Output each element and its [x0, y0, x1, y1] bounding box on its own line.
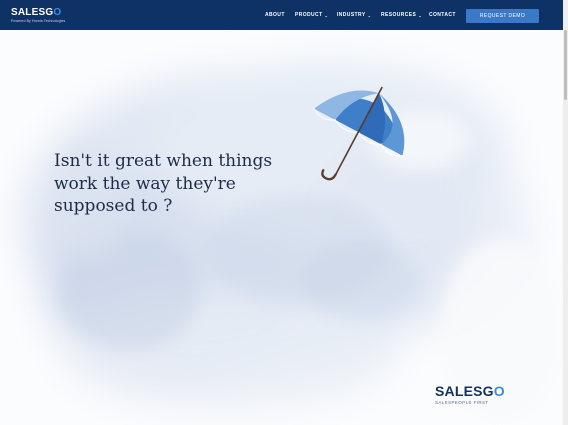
chevron-down-icon: ⌄: [367, 12, 372, 18]
page-scrollbar[interactable]: [563, 0, 568, 425]
footer-brand-tagline: SALESPEOPLE FIRST: [435, 400, 489, 405]
nav-item-product-label: PRODUCT: [295, 12, 323, 18]
nav-item-contact-label: CONTACT: [429, 12, 456, 18]
hero-headline: Isn't it great when things work the way …: [54, 151, 273, 216]
chevron-down-icon: ⌄: [418, 12, 423, 18]
header-logo-tagline: Powered By Honda Technologies: [11, 19, 66, 23]
nav-item-product[interactable]: PRODUCT ⌄: [295, 0, 328, 30]
footer-brand-logo: SALESGO SALESPEOPLE FIRST: [435, 383, 505, 406]
chevron-down-icon: ⌄: [324, 12, 329, 18]
page: SALESGO Powered By Honda Technologies AB…: [0, 0, 563, 425]
nav-item-resources-label: RESOURCES: [381, 12, 417, 18]
nav-item-about[interactable]: ABOUT: [265, 0, 285, 30]
nav-item-industry-label: INDUSTRY: [337, 12, 366, 18]
footer-brand-wordmark: SALESGO: [435, 383, 505, 399]
nav-item-contact[interactable]: CONTACT: [429, 0, 456, 30]
umbrella-icon: [313, 86, 405, 181]
watercolor-cloud-background: [20, 60, 560, 420]
nav-item-resources[interactable]: RESOURCES ⌄: [381, 0, 422, 30]
top-navigation-bar: SALESGO Powered By Honda Technologies AB…: [0, 0, 563, 30]
header-logo[interactable]: SALESGO Powered By Honda Technologies: [11, 7, 66, 24]
header-logo-wordmark: SALESGO: [11, 7, 62, 18]
nav-item-about-label: ABOUT: [265, 12, 285, 18]
request-demo-button[interactable]: REQUEST DEMO: [466, 9, 539, 23]
scrollbar-thumb[interactable]: [564, 30, 567, 100]
nav-item-industry[interactable]: INDUSTRY ⌄: [337, 0, 371, 30]
